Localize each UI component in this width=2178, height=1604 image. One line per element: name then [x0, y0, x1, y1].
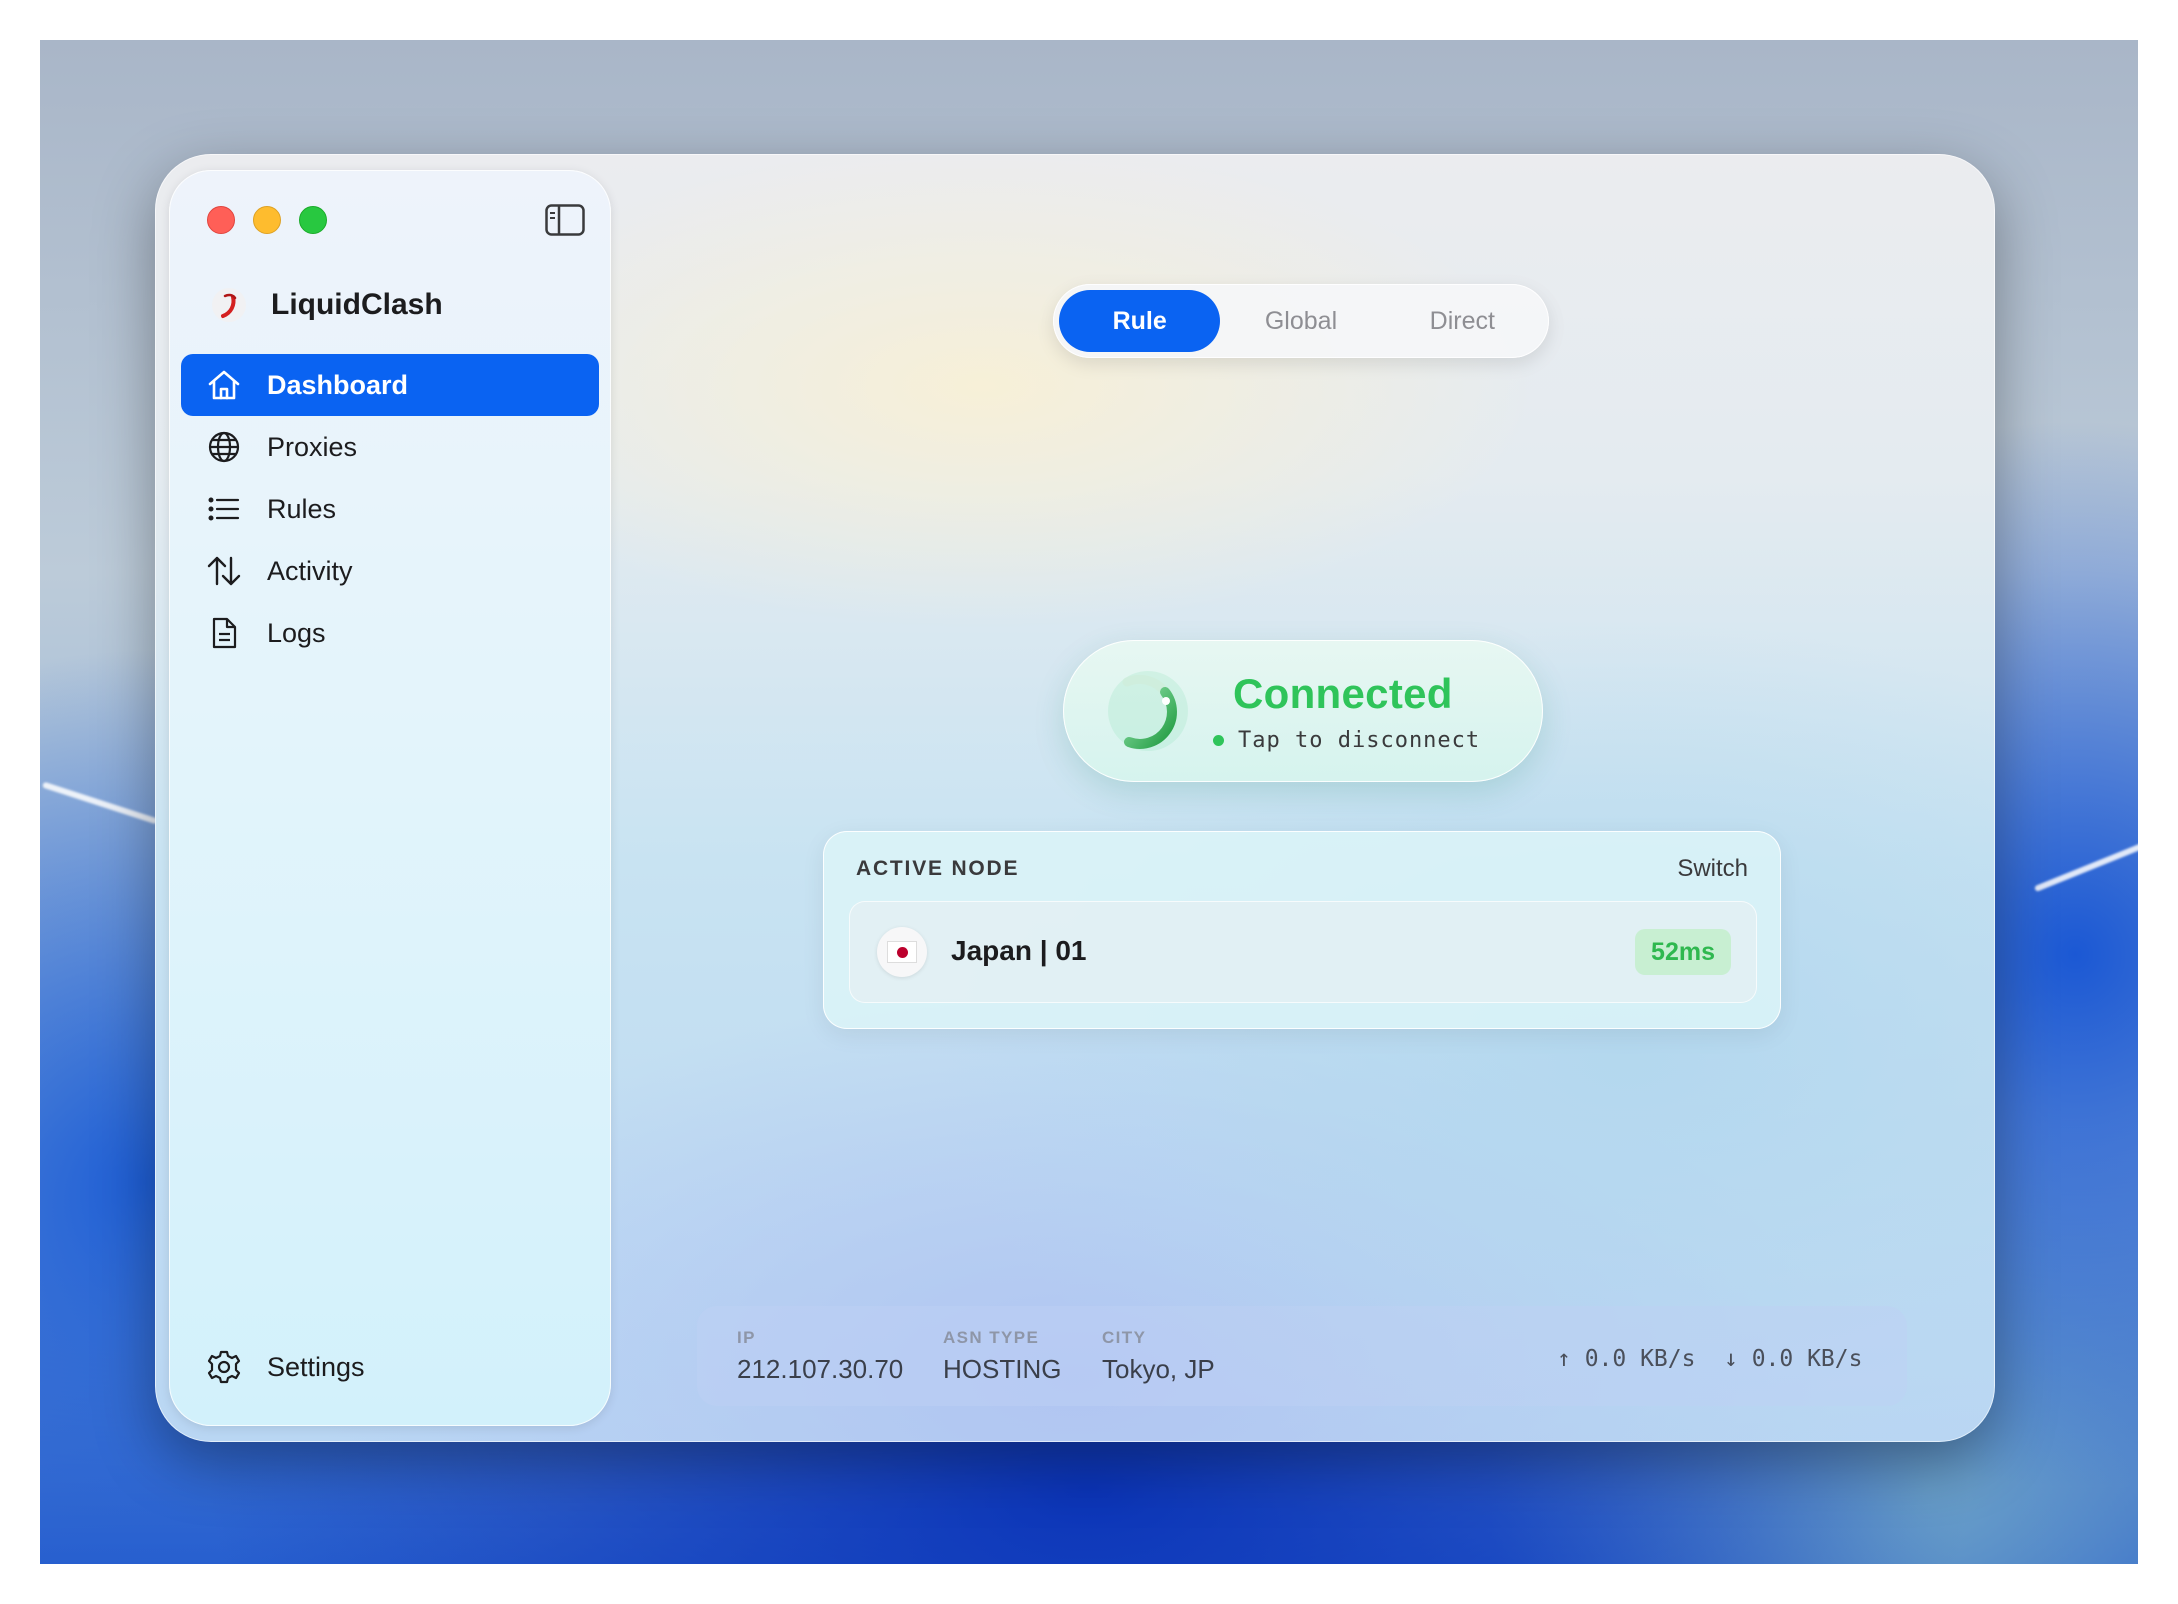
ip-stat: IP 212.107.30.70 — [737, 1328, 903, 1385]
mode-direct-button[interactable]: Direct — [1382, 290, 1543, 352]
network-status-bar: IP 212.107.30.70 ASN TYPE HOSTING CITY T… — [697, 1306, 1907, 1406]
connection-ring-icon — [1103, 666, 1193, 756]
asn-stat: ASN TYPE HOSTING — [943, 1328, 1061, 1385]
sidebar-nav: Dashboard Proxies Rules Activity Logs — [181, 354, 599, 664]
sidebar-toggle-icon[interactable] — [545, 204, 585, 236]
latency-badge: 52ms — [1635, 929, 1731, 975]
sidebar-item-proxies[interactable]: Proxies — [181, 416, 599, 478]
connection-toggle-button[interactable]: Connected Tap to disconnect — [1063, 640, 1543, 782]
zoom-window-button[interactable] — [299, 206, 327, 234]
city-label: CITY — [1102, 1328, 1147, 1347]
active-node-card: ACTIVE NODE Switch Japan | 01 52ms — [823, 831, 1781, 1029]
list-icon — [205, 490, 243, 528]
connection-action-label: Tap to disconnect — [1238, 728, 1481, 753]
arrows-up-down-icon — [205, 552, 243, 590]
sidebar-item-label: Dashboard — [267, 369, 409, 400]
download-speed: ↓ 0.0 KB/s — [1724, 1346, 1863, 1372]
switch-node-button[interactable]: Switch — [1677, 855, 1748, 883]
city-value: Tokyo, JP — [1102, 1354, 1215, 1384]
house-icon — [205, 366, 243, 404]
wallpaper-streak — [42, 781, 158, 825]
sidebar-item-dashboard[interactable]: Dashboard — [181, 354, 599, 416]
sidebar-item-label: Activity — [267, 555, 353, 586]
active-node-row[interactable]: Japan | 01 52ms — [849, 901, 1757, 1003]
japan-flag-icon — [877, 927, 927, 977]
sidebar-item-logs[interactable]: Logs — [181, 602, 599, 664]
mode-rule-button[interactable]: Rule — [1059, 290, 1221, 352]
asn-label: ASN TYPE — [943, 1328, 1040, 1347]
sidebar-item-label: Proxies — [267, 431, 358, 462]
app-window: LiquidClash Dashboard Proxies Rules Acti… — [155, 154, 1995, 1442]
document-icon — [205, 614, 243, 652]
asn-value: HOSTING — [943, 1354, 1062, 1384]
ip-label: IP — [737, 1328, 756, 1347]
app-name: LiquidClash — [271, 288, 443, 321]
connection-status: Connected — [1233, 670, 1453, 717]
active-node-heading: ACTIVE NODE — [856, 857, 1020, 880]
sidebar-item-label: Rules — [267, 493, 337, 524]
gear-icon — [205, 1348, 243, 1386]
sidebar-item-rules[interactable]: Rules — [181, 478, 599, 540]
sidebar-item-settings[interactable]: Settings — [205, 1342, 365, 1392]
app-logo-icon — [209, 285, 249, 325]
mode-segmented-control: Rule Global Direct — [1053, 284, 1549, 358]
brand: LiquidClash — [209, 280, 443, 330]
upload-speed: ↑ 0.0 KB/s — [1557, 1346, 1696, 1372]
status-dot — [1213, 735, 1224, 746]
connection-action: Tap to disconnect — [1213, 728, 1480, 753]
minimize-window-button[interactable] — [253, 206, 281, 234]
mode-global-button[interactable]: Global — [1220, 290, 1381, 352]
globe-icon — [205, 428, 243, 466]
wallpaper-streak — [2033, 833, 2138, 893]
sidebar: LiquidClash Dashboard Proxies Rules Acti… — [169, 170, 611, 1426]
ip-value: 212.107.30.70 — [737, 1354, 904, 1384]
sidebar-item-activity[interactable]: Activity — [181, 540, 599, 602]
settings-label: Settings — [267, 1351, 365, 1382]
city-stat: CITY Tokyo, JP — [1102, 1328, 1215, 1385]
close-window-button[interactable] — [207, 206, 235, 234]
sidebar-item-label: Logs — [267, 617, 326, 648]
node-name: Japan | 01 — [951, 935, 1087, 966]
